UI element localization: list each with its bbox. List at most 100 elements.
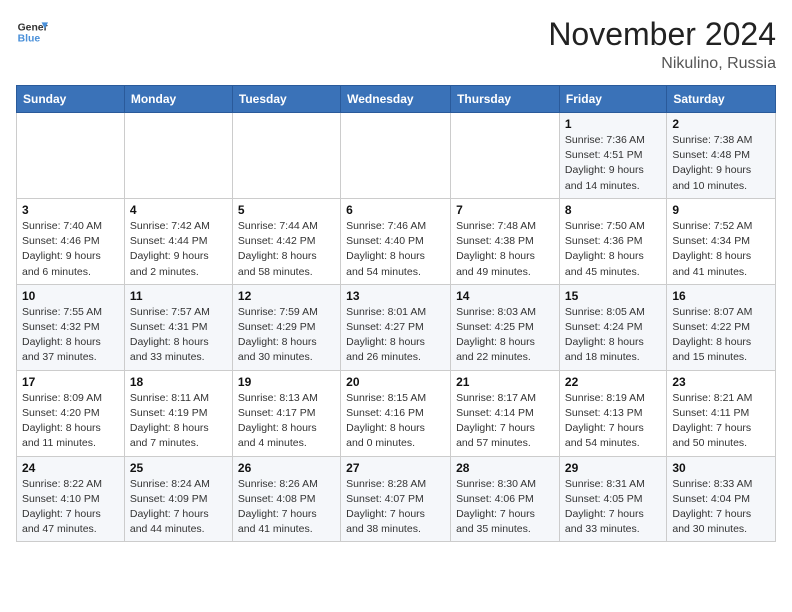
day-number: 15 bbox=[565, 289, 661, 303]
calendar-cell: 14 Sunrise: 8:03 AMSunset: 4:25 PMDayligh… bbox=[451, 284, 560, 370]
weekday-header-tuesday: Tuesday bbox=[232, 86, 340, 113]
calendar-table: SundayMondayTuesdayWednesdayThursdayFrid… bbox=[16, 85, 776, 542]
weekday-header-thursday: Thursday bbox=[451, 86, 560, 113]
calendar-cell bbox=[124, 113, 232, 199]
day-info: Sunrise: 7:50 AMSunset: 4:36 PMDaylight:… bbox=[565, 219, 661, 280]
day-number: 17 bbox=[22, 375, 119, 389]
day-info: Sunrise: 8:26 AMSunset: 4:08 PMDaylight:… bbox=[238, 477, 335, 538]
page-header: General Blue November 2024 Nikulino, Rus… bbox=[16, 16, 776, 73]
day-number: 14 bbox=[456, 289, 554, 303]
day-number: 10 bbox=[22, 289, 119, 303]
weekday-header-friday: Friday bbox=[559, 86, 666, 113]
day-number: 11 bbox=[130, 289, 227, 303]
day-number: 23 bbox=[672, 375, 770, 389]
logo: General Blue bbox=[16, 16, 48, 48]
day-info: Sunrise: 7:57 AMSunset: 4:31 PMDaylight:… bbox=[130, 305, 227, 366]
calendar-cell: 17 Sunrise: 8:09 AMSunset: 4:20 PMDayligh… bbox=[17, 370, 125, 456]
calendar-cell: 10Sunrise: 7:55 AMSunset: 4:32 PMDayligh… bbox=[17, 284, 125, 370]
calendar-cell: 24 Sunrise: 8:22 AMSunset: 4:10 PMDayligh… bbox=[17, 456, 125, 542]
weekday-header-saturday: Saturday bbox=[667, 86, 776, 113]
day-number: 26 bbox=[238, 461, 335, 475]
calendar-cell: 30Sunrise: 8:33 AMSunset: 4:04 PMDayligh… bbox=[667, 456, 776, 542]
day-info: Sunrise: 8:07 AMSunset: 4:22 PMDaylight:… bbox=[672, 305, 770, 366]
day-info: Sunrise: 7:48 AMSunset: 4:38 PMDaylight:… bbox=[456, 219, 554, 280]
calendar-cell: 25 Sunrise: 8:24 AMSunset: 4:09 PMDayligh… bbox=[124, 456, 232, 542]
day-number: 12 bbox=[238, 289, 335, 303]
day-info: Sunrise: 7:46 AMSunset: 4:40 PMDaylight:… bbox=[346, 219, 445, 280]
calendar-cell: 9Sunrise: 7:52 AMSunset: 4:34 PMDaylight… bbox=[667, 198, 776, 284]
day-info: Sunrise: 8:24 AMSunset: 4:09 PMDaylight:… bbox=[130, 477, 227, 538]
calendar-cell bbox=[451, 113, 560, 199]
day-number: 28 bbox=[456, 461, 554, 475]
calendar-header: SundayMondayTuesdayWednesdayThursdayFrid… bbox=[17, 86, 776, 113]
day-info: Sunrise: 8:15 AMSunset: 4:16 PMDaylight:… bbox=[346, 391, 445, 452]
calendar-cell: 28Sunrise: 8:30 AMSunset: 4:06 PMDayligh… bbox=[451, 456, 560, 542]
calendar-cell: 11 Sunrise: 7:57 AMSunset: 4:31 PMDayligh… bbox=[124, 284, 232, 370]
day-number: 20 bbox=[346, 375, 445, 389]
calendar-cell bbox=[341, 113, 451, 199]
day-number: 24 bbox=[22, 461, 119, 475]
calendar-cell: 2 Sunrise: 7:38 AMSunset: 4:48 PMDaylight… bbox=[667, 113, 776, 199]
logo-icon: General Blue bbox=[16, 16, 48, 48]
day-number: 8 bbox=[565, 203, 661, 217]
day-number: 4 bbox=[130, 203, 227, 217]
day-info: Sunrise: 8:13 AMSunset: 4:17 PMDaylight:… bbox=[238, 391, 335, 452]
day-info: Sunrise: 8:11 AMSunset: 4:19 PMDaylight:… bbox=[130, 391, 227, 452]
calendar-cell: 26 Sunrise: 8:26 AMSunset: 4:08 PMDayligh… bbox=[232, 456, 340, 542]
calendar-cell: 1Sunrise: 7:36 AMSunset: 4:51 PMDaylight… bbox=[559, 113, 666, 199]
calendar-cell: 6 Sunrise: 7:46 AMSunset: 4:40 PMDaylight… bbox=[341, 198, 451, 284]
day-info: Sunrise: 7:59 AMSunset: 4:29 PMDaylight:… bbox=[238, 305, 335, 366]
day-info: Sunrise: 7:36 AMSunset: 4:51 PMDaylight:… bbox=[565, 133, 661, 194]
calendar-cell: 4 Sunrise: 7:42 AMSunset: 4:44 PMDaylight… bbox=[124, 198, 232, 284]
day-info: Sunrise: 7:40 AMSunset: 4:46 PMDaylight:… bbox=[22, 219, 119, 280]
calendar-cell: 12 Sunrise: 7:59 AMSunset: 4:29 PMDayligh… bbox=[232, 284, 340, 370]
day-number: 30 bbox=[672, 461, 770, 475]
day-info: Sunrise: 8:01 AMSunset: 4:27 PMDaylight:… bbox=[346, 305, 445, 366]
day-info: Sunrise: 8:03 AMSunset: 4:25 PMDaylight:… bbox=[456, 305, 554, 366]
calendar-cell: 3 Sunrise: 7:40 AMSunset: 4:46 PMDaylight… bbox=[17, 198, 125, 284]
day-info: Sunrise: 8:09 AMSunset: 4:20 PMDaylight:… bbox=[22, 391, 119, 452]
location: Nikulino, Russia bbox=[548, 55, 776, 73]
day-number: 5 bbox=[238, 203, 335, 217]
calendar-cell: 18 Sunrise: 8:11 AMSunset: 4:19 PMDayligh… bbox=[124, 370, 232, 456]
calendar-cell: 15 Sunrise: 8:05 AMSunset: 4:24 PMDayligh… bbox=[559, 284, 666, 370]
calendar-cell: 29 Sunrise: 8:31 AMSunset: 4:05 PMDayligh… bbox=[559, 456, 666, 542]
calendar-cell bbox=[17, 113, 125, 199]
day-info: Sunrise: 8:19 AMSunset: 4:13 PMDaylight:… bbox=[565, 391, 661, 452]
calendar-cell: 13Sunrise: 8:01 AMSunset: 4:27 PMDayligh… bbox=[341, 284, 451, 370]
day-number: 27 bbox=[346, 461, 445, 475]
day-info: Sunrise: 7:52 AMSunset: 4:34 PMDaylight:… bbox=[672, 219, 770, 280]
calendar-cell: 21Sunrise: 8:17 AMSunset: 4:14 PMDayligh… bbox=[451, 370, 560, 456]
day-number: 3 bbox=[22, 203, 119, 217]
day-number: 29 bbox=[565, 461, 661, 475]
day-info: Sunrise: 7:42 AMSunset: 4:44 PMDaylight:… bbox=[130, 219, 227, 280]
day-info: Sunrise: 8:31 AMSunset: 4:05 PMDaylight:… bbox=[565, 477, 661, 538]
day-number: 18 bbox=[130, 375, 227, 389]
calendar-cell: 7 Sunrise: 7:48 AMSunset: 4:38 PMDaylight… bbox=[451, 198, 560, 284]
svg-text:Blue: Blue bbox=[18, 34, 41, 45]
calendar-cell: 23Sunrise: 8:21 AMSunset: 4:11 PMDayligh… bbox=[667, 370, 776, 456]
day-info: Sunrise: 8:22 AMSunset: 4:10 PMDaylight:… bbox=[22, 477, 119, 538]
calendar-cell: 22 Sunrise: 8:19 AMSunset: 4:13 PMDayligh… bbox=[559, 370, 666, 456]
day-number: 2 bbox=[672, 117, 770, 131]
day-info: Sunrise: 7:38 AMSunset: 4:48 PMDaylight:… bbox=[672, 133, 770, 194]
day-info: Sunrise: 8:17 AMSunset: 4:14 PMDaylight:… bbox=[456, 391, 554, 452]
day-number: 22 bbox=[565, 375, 661, 389]
day-number: 6 bbox=[346, 203, 445, 217]
title-area: November 2024 Nikulino, Russia bbox=[548, 16, 776, 73]
day-number: 16 bbox=[672, 289, 770, 303]
day-number: 19 bbox=[238, 375, 335, 389]
calendar-cell: 19 Sunrise: 8:13 AMSunset: 4:17 PMDayligh… bbox=[232, 370, 340, 456]
day-info: Sunrise: 8:05 AMSunset: 4:24 PMDaylight:… bbox=[565, 305, 661, 366]
month-title: November 2024 bbox=[548, 16, 776, 53]
calendar-cell: 16 Sunrise: 8:07 AMSunset: 4:22 PMDayligh… bbox=[667, 284, 776, 370]
calendar-cell: 27Sunrise: 8:28 AMSunset: 4:07 PMDayligh… bbox=[341, 456, 451, 542]
day-info: Sunrise: 7:44 AMSunset: 4:42 PMDaylight:… bbox=[238, 219, 335, 280]
weekday-header-wednesday: Wednesday bbox=[341, 86, 451, 113]
calendar-cell: 20 Sunrise: 8:15 AMSunset: 4:16 PMDayligh… bbox=[341, 370, 451, 456]
day-number: 25 bbox=[130, 461, 227, 475]
calendar-cell: 5 Sunrise: 7:44 AMSunset: 4:42 PMDaylight… bbox=[232, 198, 340, 284]
day-number: 7 bbox=[456, 203, 554, 217]
weekday-header-monday: Monday bbox=[124, 86, 232, 113]
calendar-cell bbox=[232, 113, 340, 199]
